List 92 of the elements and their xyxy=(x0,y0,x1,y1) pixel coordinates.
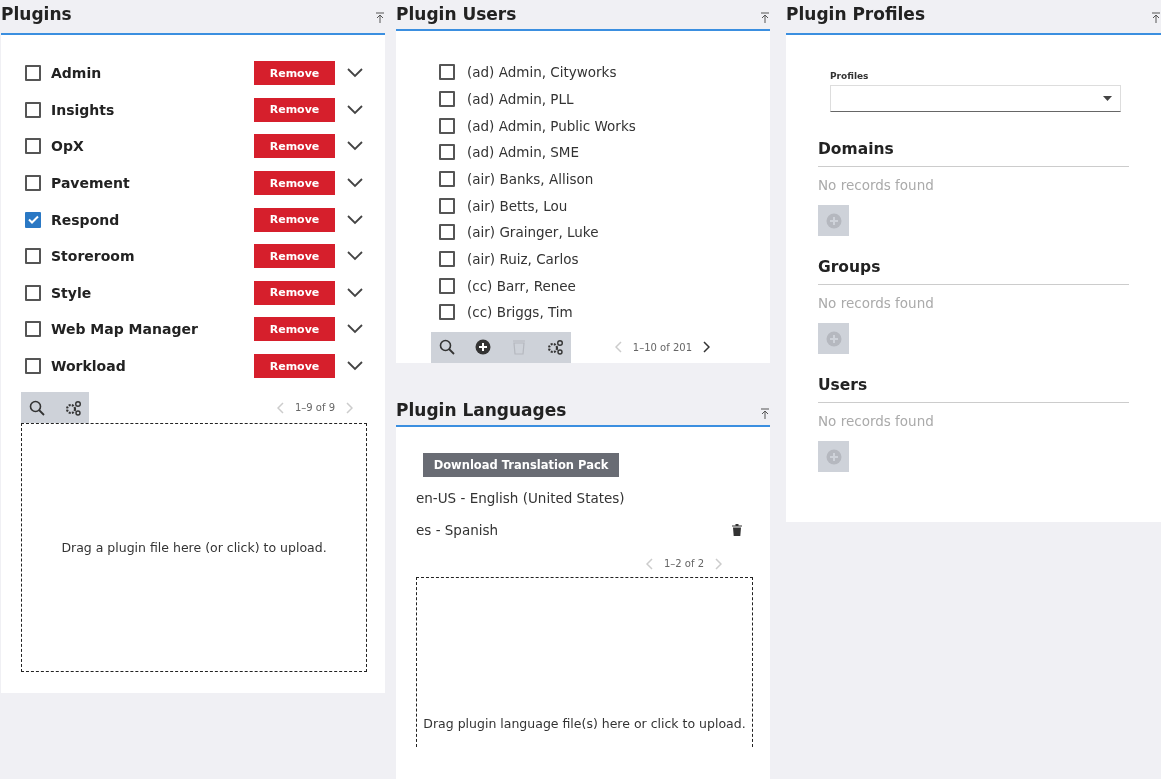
add-icon xyxy=(825,212,842,229)
checkbox[interactable] xyxy=(439,144,455,161)
checkbox[interactable] xyxy=(25,175,41,192)
checkbox[interactable] xyxy=(439,170,455,187)
user-name: (ad) Admin, Cityworks xyxy=(467,64,617,81)
remove-button[interactable]: Remove xyxy=(254,171,335,196)
collapse-icon[interactable] xyxy=(760,407,770,419)
checkbox[interactable] xyxy=(25,101,41,118)
empty-message: No records found xyxy=(818,177,935,193)
user-name: (ad) Admin, PLL xyxy=(467,90,574,107)
plugin-name: Admin xyxy=(51,65,103,82)
chevron-down-icon[interactable] xyxy=(347,361,363,372)
chevron-down-icon[interactable] xyxy=(347,68,363,79)
checkbox[interactable] xyxy=(25,321,41,338)
checkbox[interactable] xyxy=(439,277,455,294)
next-page-icon[interactable] xyxy=(702,341,710,354)
panel-title: Plugins xyxy=(1,4,72,24)
section-title: Groups xyxy=(818,258,1129,285)
remove-button[interactable]: Remove xyxy=(254,207,335,232)
checkbox[interactable] xyxy=(439,117,455,134)
plugin-name: Storeroom xyxy=(51,248,136,265)
checkbox[interactable] xyxy=(439,304,455,321)
user-name: (air) Betts, Lou xyxy=(467,197,568,214)
checkbox[interactable] xyxy=(439,224,455,241)
collapse-icon[interactable] xyxy=(375,12,385,23)
upload-dropzone[interactable]: Drag plugin language file(s) here or click to upload. xyxy=(416,576,753,747)
user-name: (air) Ruiz, Carlos xyxy=(467,250,579,267)
checkbox[interactable] xyxy=(25,358,41,375)
language-name: es - Spanish xyxy=(416,521,499,538)
plugin-name: Pavement xyxy=(51,175,131,192)
empty-message: No records found xyxy=(818,295,935,311)
chevron-down-icon[interactable] xyxy=(347,178,363,189)
plugin-name: Web Map Manager xyxy=(51,321,199,338)
add-icon xyxy=(825,448,842,465)
dropdown-arrow-icon xyxy=(1103,96,1112,101)
remove-button[interactable]: Remove xyxy=(254,354,335,379)
checkbox[interactable] xyxy=(439,197,455,214)
upload-dropzone[interactable]: Drag a plugin file here (or click) to upload. xyxy=(21,423,367,673)
checkbox[interactable] xyxy=(25,248,41,265)
trash-icon xyxy=(512,339,526,356)
checkbox[interactable] xyxy=(25,284,41,301)
panel-title: Plugin Languages xyxy=(396,399,567,420)
add-icon xyxy=(825,330,842,347)
checkbox[interactable] xyxy=(439,64,455,81)
checkbox[interactable] xyxy=(439,250,455,267)
checkbox[interactable] xyxy=(25,65,41,82)
checkbox[interactable] xyxy=(25,211,41,228)
checkbox[interactable] xyxy=(439,90,455,107)
gears-icon xyxy=(546,339,564,356)
plugin-name: Workload xyxy=(51,358,127,375)
field-label: Profiles xyxy=(830,71,870,81)
user-name: (air) Banks, Allison xyxy=(467,170,594,187)
remove-button[interactable]: Remove xyxy=(254,97,335,122)
plugin-name: Insights xyxy=(51,101,116,118)
user-name: (ad) Admin, SME xyxy=(467,144,580,161)
user-name: (ad) Admin, Public Works xyxy=(467,117,636,134)
plugin-name: OpX xyxy=(51,138,85,155)
chevron-down-icon[interactable] xyxy=(347,104,363,115)
chevron-down-icon[interactable] xyxy=(347,324,363,335)
remove-button[interactable]: Remove xyxy=(254,61,335,86)
page-range: 1–9 of 9 xyxy=(294,402,335,414)
collapse-icon[interactable] xyxy=(760,12,770,23)
user-name: (cc) Barr, Renee xyxy=(467,277,576,294)
collapse-icon[interactable] xyxy=(1151,12,1161,23)
plugin-name: Style xyxy=(51,284,93,301)
empty-message: No records found xyxy=(818,413,935,429)
remove-button[interactable]: Remove xyxy=(254,280,335,305)
panel-title: Plugin Profiles xyxy=(786,4,925,24)
section-title: Domains xyxy=(818,140,1129,167)
trash-icon[interactable] xyxy=(732,523,742,536)
search-icon xyxy=(439,339,455,356)
chevron-down-icon[interactable] xyxy=(347,214,363,225)
checkbox[interactable] xyxy=(25,138,41,155)
chevron-down-icon[interactable] xyxy=(347,287,363,298)
gears-icon xyxy=(64,399,82,416)
page-range: 1–2 of 2 xyxy=(663,558,704,570)
search-icon xyxy=(29,399,45,416)
remove-button[interactable]: Remove xyxy=(254,134,335,159)
add-icon xyxy=(475,339,491,356)
profiles-dropdown[interactable] xyxy=(830,85,1121,112)
download-translation-pack-button[interactable]: Download Translation Pack xyxy=(423,452,619,477)
chevron-down-icon[interactable] xyxy=(347,141,363,152)
plugin-name: Respond xyxy=(51,211,121,228)
section-title: Users xyxy=(818,376,1129,403)
panel-title: Plugin Users xyxy=(396,4,517,24)
remove-button[interactable]: Remove xyxy=(254,244,335,269)
remove-button[interactable]: Remove xyxy=(254,317,335,342)
chevron-down-icon[interactable] xyxy=(347,251,363,262)
page-range: 1–10 of 201 xyxy=(632,341,692,353)
language-name: en-US - English (United States) xyxy=(416,489,625,506)
user-name: (cc) Briggs, Tim xyxy=(467,304,573,321)
user-name: (air) Grainger, Luke xyxy=(467,224,599,241)
